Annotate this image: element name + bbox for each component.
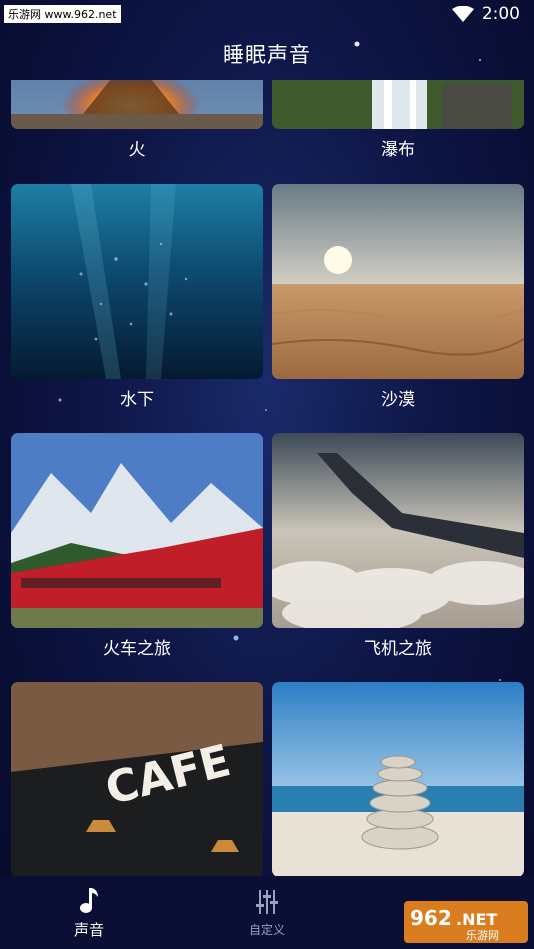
sound-label: 沙漠 — [381, 390, 415, 410]
nav-item-sounds[interactable]: 声音 — [29, 885, 149, 940]
logo-suffix: .NET — [456, 910, 497, 929]
sound-label: 瀑布 — [381, 140, 415, 160]
nav-label: 声音 — [73, 921, 104, 939]
nav-item-custom[interactable]: 自定义 — [207, 887, 327, 938]
underwater-thumbnail — [11, 184, 263, 379]
sound-card-cafe[interactable]: CAFE — [11, 682, 263, 876]
watermark: 乐游网 www.962.net — [4, 5, 121, 23]
site-logo: 962 .NET 乐游网 — [404, 901, 528, 943]
sound-card-airplane[interactable]: 飞机之旅 — [272, 433, 524, 662]
sound-card-stones[interactable] — [272, 682, 524, 876]
fire-thumbnail — [11, 80, 263, 129]
sound-label: 火 — [128, 140, 146, 160]
stones-thumbnail — [272, 682, 524, 876]
waterfall-thumbnail — [272, 80, 524, 129]
airplane-thumbnail — [272, 433, 524, 628]
page-title: 睡眠声音 — [223, 43, 311, 67]
sound-card-underwater[interactable]: 水下 — [11, 184, 263, 413]
page-header: 睡眠声音 — [0, 28, 534, 80]
sound-grid: 火 瀑布 水下 沙漠 火车之旅 飞机之旅 CAFE — [0, 80, 534, 876]
sound-card-train[interactable]: 火车之旅 — [11, 433, 263, 662]
train-thumbnail — [11, 433, 263, 628]
sound-label: 水下 — [120, 390, 154, 410]
logo-text: 962 — [410, 906, 452, 930]
sliders-icon — [255, 887, 279, 917]
sound-card-fire[interactable]: 火 — [11, 80, 263, 163]
cafe-thumbnail: CAFE — [11, 682, 263, 876]
music-note-icon — [78, 885, 100, 915]
nav-label: 自定义 — [248, 923, 285, 937]
wifi-icon — [451, 6, 474, 22]
sound-label: 火车之旅 — [103, 639, 171, 659]
status-bar: 乐游网 www.962.net 2:00 — [0, 0, 534, 28]
sound-card-desert[interactable]: 沙漠 — [272, 184, 524, 413]
sound-card-waterfall[interactable]: 瀑布 — [272, 80, 524, 163]
logo-sub: 乐游网 — [466, 929, 499, 942]
desert-thumbnail — [272, 184, 524, 379]
clock: 2:00 — [481, 4, 520, 24]
sound-label: 飞机之旅 — [364, 639, 432, 659]
